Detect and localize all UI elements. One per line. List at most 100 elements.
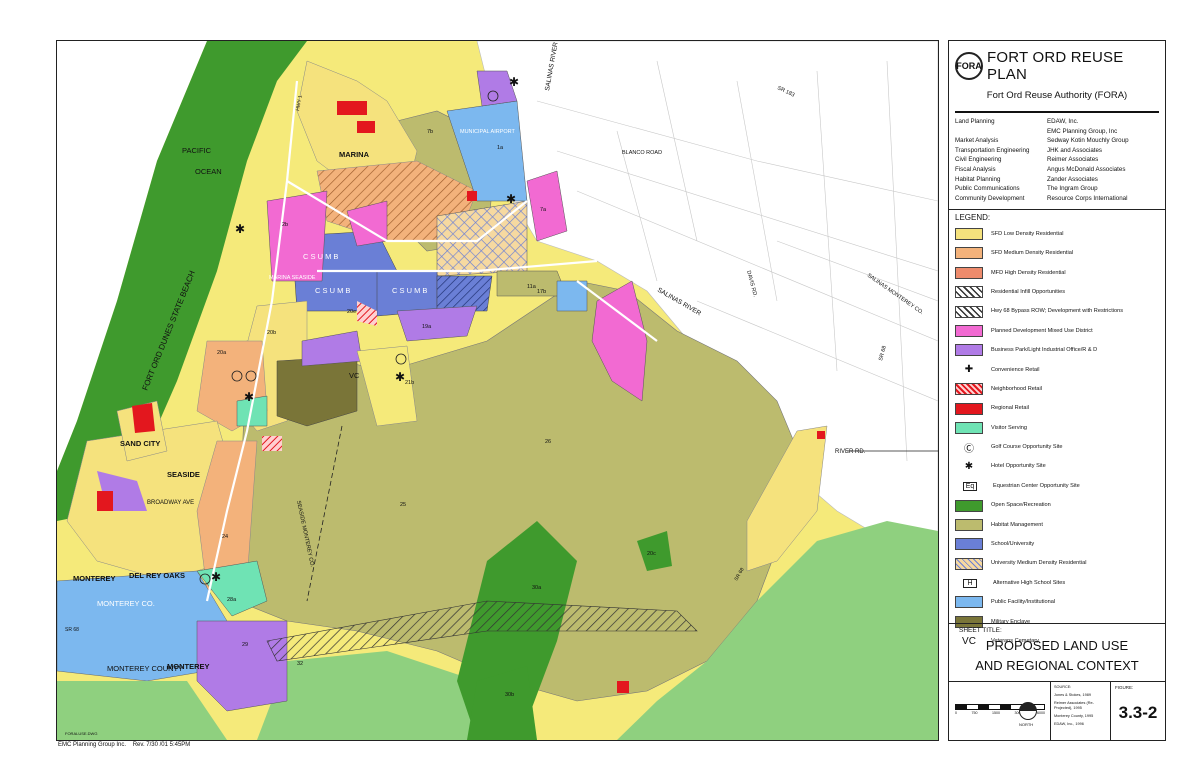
label-vc: VC xyxy=(349,371,360,380)
credit-firm: Resource Corps International xyxy=(1047,194,1128,202)
legend-swatch xyxy=(955,518,983,531)
parcel-20b: 20b xyxy=(267,330,276,336)
label-monterey-co: MONTEREY CO. xyxy=(97,599,155,608)
credit-role: Fiscal Analysis xyxy=(955,165,996,173)
credit-firm: EMC Planning Group, Inc xyxy=(1047,127,1118,135)
source-cell: SOURCE: Jones & Stokes, 1989 Reimer Associ… xyxy=(1051,682,1111,740)
credit-role: Market Analysis xyxy=(955,137,999,145)
svg-text:✱: ✱ xyxy=(395,370,405,384)
credit-role xyxy=(955,127,1047,137)
label-ocean: OCEAN xyxy=(195,167,222,176)
credit-firm: Reimer Associates xyxy=(1047,156,1099,164)
parcel-20e: 20e xyxy=(347,309,356,315)
legend-label: University Medium Density Residential xyxy=(991,560,1087,567)
neighborhood-retail-seaside xyxy=(262,436,282,451)
legend-item: Residential Infill Opportunities xyxy=(955,283,1159,302)
legend-swatch xyxy=(955,247,983,260)
title-row: FORA FORT ORD REUSE PLAN xyxy=(949,41,1165,83)
consultant-credits: Land Planning EDAW, Inc. EMC Planning Grou… xyxy=(949,117,1165,203)
legend-label: MFD High Density Residential xyxy=(991,269,1066,276)
legend-item: Regional Retail xyxy=(955,399,1159,418)
fora-logo-icon: FORA xyxy=(955,52,983,80)
legend-item: SFD Low Density Residential xyxy=(955,224,1159,243)
legend-swatch xyxy=(955,421,983,434)
source-item: Monterey County, 1995 xyxy=(1054,714,1094,718)
label-csumb-1: C S U M B xyxy=(303,252,338,261)
parcel-32: 32 xyxy=(297,661,303,667)
legend-label: Residential Infill Opportunities xyxy=(991,288,1065,295)
figure-label: FIGURE: xyxy=(1115,685,1134,690)
legend-item: Hwy 68 Bypass ROW; Development with Rest… xyxy=(955,302,1159,321)
credit-firm: EDAW, Inc. xyxy=(1047,118,1079,125)
legend-item: Public Facility/Institutional xyxy=(955,593,1159,612)
label-monterey-2: MONTEREY xyxy=(167,662,210,671)
credit-role: Community Development xyxy=(955,194,1025,202)
credit-role: Land Planning xyxy=(955,118,995,125)
scale-tick-label: 0 xyxy=(955,711,957,715)
sheet-title-block: SHEET TITLE: PROPOSED LAND USE AND REGIO… xyxy=(949,623,1165,674)
parcel-30b: 30b xyxy=(505,692,514,698)
label-marina-seaside: MARINA SEASIDE xyxy=(269,275,316,281)
legend-item: Visitor Serving xyxy=(955,418,1159,437)
parcel-26: 26 xyxy=(545,439,551,445)
legend-swatch xyxy=(955,557,983,570)
svg-text:✱: ✱ xyxy=(235,222,245,236)
source-label: SOURCE: xyxy=(1054,685,1072,689)
parcel-11a: 11a xyxy=(527,284,537,290)
label-municipal-airport: MUNICIPAL AIRPORT xyxy=(460,129,516,135)
legend-symbol-icon: Ⓒ xyxy=(964,443,974,455)
label-monterey: MONTEREY xyxy=(73,574,116,583)
parcel-7b: 7b xyxy=(427,129,433,135)
figure-cell: FIGURE: 3.3-2 xyxy=(1111,682,1165,740)
legend-symbol-icon: Eq xyxy=(963,481,977,491)
legend: SFD Low Density Residential SFD Medium De… xyxy=(949,224,1165,651)
label-del-rey-oaks: DEL REY OAKS xyxy=(129,571,185,580)
parcel-24: 24 xyxy=(222,534,228,540)
label-csumb-2: C S U M B xyxy=(315,286,350,295)
legend-label: Equestrian Center Opportunity Site xyxy=(993,482,1080,489)
label-dwg-file: FORALUSE.DWG xyxy=(65,731,97,736)
legend-swatch xyxy=(955,596,983,609)
legend-item: Business Park/Light Industrial Office/R … xyxy=(955,341,1159,360)
legend-label: SFD Medium Density Residential xyxy=(991,250,1074,257)
legend-label: Planned Development Mixed Use District xyxy=(991,327,1093,334)
legend-label: Habitat Management xyxy=(991,521,1043,528)
land-use-map: ✱ ✱ ✱ ✱ ✱ ✱ PACIFIC OCEAN FORT ORD DUNES STA… xyxy=(56,40,939,741)
parcel-25: 25 xyxy=(400,502,406,508)
legend-item: ✱ Hotel Opportunity Site xyxy=(955,457,1159,476)
legend-label: Neighborhood Retail xyxy=(991,385,1042,392)
legend-label: School/University xyxy=(991,541,1035,548)
parcel-20a: 20a xyxy=(217,350,227,356)
legend-item: Eq Equestrian Center Opportunity Site xyxy=(955,476,1159,495)
csumb-residential-infill xyxy=(436,275,493,312)
drawing-footer: EMC Planning Group Inc. Rev. 7/30 /01 5:… xyxy=(58,742,190,748)
legend-item: Ⓒ Golf Course Opportunity Site xyxy=(955,438,1159,457)
legend-item: Planned Development Mixed Use District xyxy=(955,321,1159,340)
legend-item: Open Space/Recreation xyxy=(955,496,1159,515)
legend-swatch xyxy=(955,286,983,299)
legend-label: Regional Retail xyxy=(991,405,1029,412)
legend-swatch xyxy=(955,499,983,512)
credit-firm: The Ingram Group xyxy=(1047,185,1098,193)
legend-swatch xyxy=(955,538,983,551)
legend-label: Hotel Opportunity Site xyxy=(991,463,1046,470)
parcel-17b: 17b xyxy=(537,289,546,295)
legend-label: Golf Course Opportunity Site xyxy=(991,444,1063,451)
sheet-title-line-2: AND REGIONAL CONTEXT xyxy=(975,658,1139,673)
legend-swatch xyxy=(955,383,983,396)
figure-number: 3.3-2 xyxy=(1118,703,1158,722)
business-park-19a xyxy=(396,305,478,342)
legend-swatch xyxy=(955,266,983,279)
title-block-panel: FORA FORT ORD REUSE PLAN Fort Ord Reuse … xyxy=(948,40,1166,741)
label-marina: MARINA xyxy=(339,150,370,159)
svg-text:✱: ✱ xyxy=(506,192,516,206)
authority-name: Fort Ord Reuse Authority (FORA) xyxy=(986,90,1128,101)
parcel-2b: 2b xyxy=(282,222,288,228)
credit-role: Transportation Engineering xyxy=(955,146,1030,154)
source-item: Jones & Stokes, 1989 xyxy=(1054,693,1091,697)
svg-text:✱: ✱ xyxy=(211,570,221,584)
legend-label: Business Park/Light Industrial Office/R … xyxy=(991,347,1098,354)
legend-swatch xyxy=(955,228,983,241)
sheet-title-label: SHEET TITLE: xyxy=(959,627,1002,634)
label-seaside: SEASIDE xyxy=(167,470,200,479)
